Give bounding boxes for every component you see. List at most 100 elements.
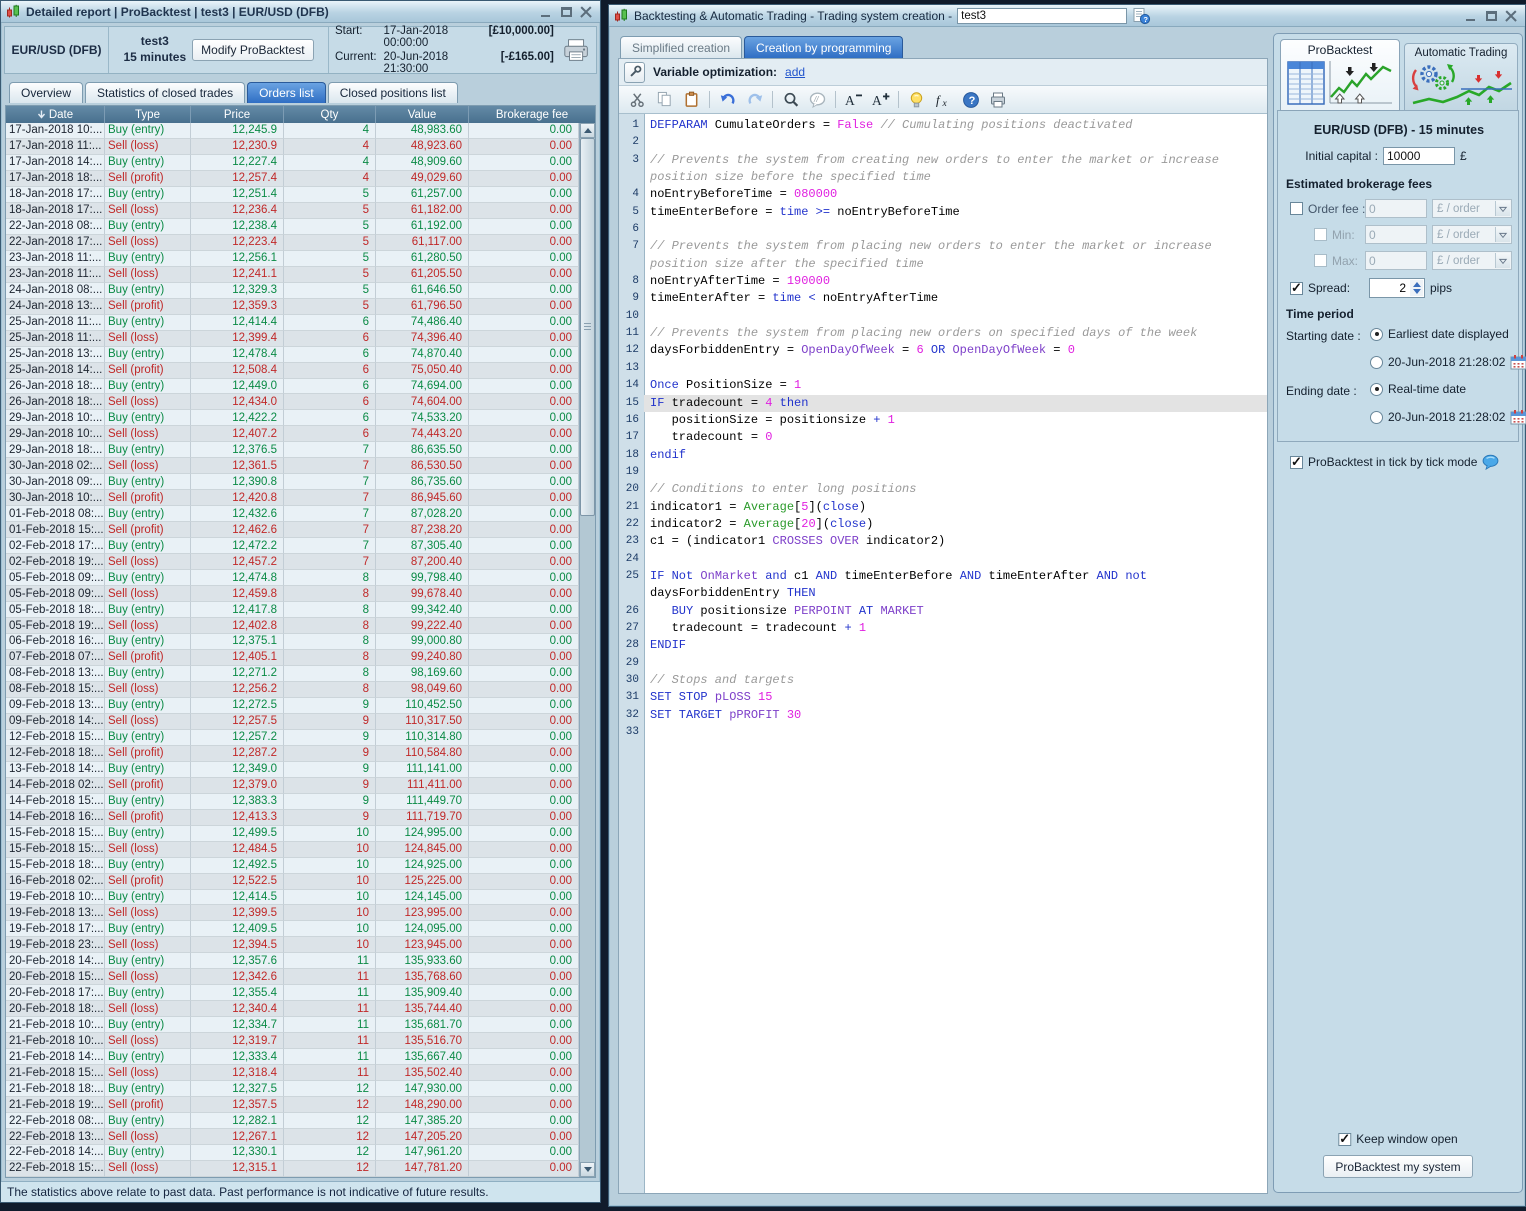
column-header-brokerage-fee[interactable]: Brokerage fee — [469, 106, 595, 123]
table-row[interactable]: 29-Jan-2018 10:...Buy (entry)12,422.2674… — [6, 410, 579, 426]
table-row[interactable]: 22-Jan-2018 08:...Buy (entry)12,238.4561… — [6, 219, 579, 235]
code-line[interactable]: 17 tradecount = 0 — [619, 429, 1267, 446]
starting-date-radio[interactable] — [1370, 356, 1383, 369]
table-row[interactable]: 12-Feb-2018 18:...Sell (profit)12,287.29… — [6, 746, 579, 762]
max-fee-input[interactable] — [1365, 251, 1427, 270]
search-icon[interactable] — [781, 90, 800, 109]
add-variable-link[interactable]: add — [785, 65, 805, 79]
table-row[interactable]: 20-Feb-2018 14:...Buy (entry)12,357.6111… — [6, 953, 579, 969]
tab-orders-list[interactable]: Orders list — [247, 82, 326, 103]
code-line[interactable]: 19 — [619, 464, 1267, 481]
table-row[interactable]: 01-Feb-2018 15:...Sell (profit)12,462.67… — [6, 522, 579, 538]
code-line[interactable]: 7// Prevents the system from placing new… — [619, 238, 1267, 255]
code-line[interactable]: 2 — [619, 134, 1267, 151]
table-row[interactable]: 21-Feb-2018 19:...Sell (profit)12,357.51… — [6, 1097, 579, 1113]
scroll-down-icon[interactable] — [580, 1162, 595, 1177]
table-row[interactable]: 26-Jan-2018 18:...Sell (loss)12,434.0674… — [6, 394, 579, 410]
ending-realtime-radio[interactable] — [1370, 383, 1383, 396]
table-row[interactable]: 30-Jan-2018 10:...Sell (profit)12,420.87… — [6, 490, 579, 506]
table-row[interactable]: 25-Jan-2018 11:...Buy (entry)12,414.4674… — [6, 315, 579, 331]
code-line[interactable]: 32SET TARGET pPROFIT 30 — [619, 707, 1267, 724]
table-row[interactable]: 08-Feb-2018 13:...Buy (entry)12,271.2898… — [6, 666, 579, 682]
code-line[interactable]: 26 BUY positionsize PERPOINT AT MARKET — [619, 603, 1267, 620]
table-row[interactable]: 25-Jan-2018 14:...Sell (profit)12,508.46… — [6, 363, 579, 379]
tick-mode-checkbox[interactable] — [1290, 456, 1303, 469]
code-line[interactable]: 28ENDIF — [619, 637, 1267, 654]
copy-icon[interactable] — [655, 90, 674, 109]
column-header-price[interactable]: Price — [191, 106, 284, 123]
table-row[interactable]: 05-Feb-2018 09:...Buy (entry)12,474.8899… — [6, 570, 579, 586]
left-titlebar[interactable]: Detailed report | ProBacktest | test3 | … — [1, 1, 600, 23]
table-row[interactable]: 21-Feb-2018 14:...Buy (entry)12,333.4111… — [6, 1049, 579, 1065]
print-icon[interactable] — [562, 37, 590, 64]
table-row[interactable]: 30-Jan-2018 09:...Buy (entry)12,390.8786… — [6, 474, 579, 490]
max-fee-checkbox[interactable] — [1314, 254, 1327, 267]
code-line[interactable]: 33 — [619, 724, 1267, 741]
code-line[interactable]: 24 — [619, 551, 1267, 568]
code-line[interactable]: 31SET STOP pLOSS 15 — [619, 689, 1267, 706]
code-line[interactable]: 1DEFPARAM CumulateOrders = False // Cumu… — [619, 117, 1267, 134]
spread-checkbox[interactable] — [1290, 282, 1303, 295]
table-row[interactable]: 20-Feb-2018 18:...Sell (loss)12,340.4111… — [6, 1001, 579, 1017]
table-row[interactable]: 23-Jan-2018 11:...Sell (loss)12,241.1561… — [6, 267, 579, 283]
table-row[interactable]: 17-Jan-2018 18:...Sell (profit)12,257.44… — [6, 171, 579, 187]
tab-statistics[interactable]: Statistics of closed trades — [85, 82, 245, 103]
code-line[interactable]: 4noEntryBeforeTime = 080000 — [619, 186, 1267, 203]
table-row[interactable]: 23-Jan-2018 11:...Buy (entry)12,256.1561… — [6, 251, 579, 267]
print-icon[interactable] — [988, 90, 1007, 109]
table-row[interactable]: 29-Jan-2018 10:...Sell (loss)12,407.2674… — [6, 426, 579, 442]
table-row[interactable]: 12-Feb-2018 15:...Buy (entry)12,257.2911… — [6, 730, 579, 746]
close-icon[interactable] — [580, 6, 593, 18]
table-row[interactable]: 19-Feb-2018 17:...Buy (entry)12,409.5101… — [6, 921, 579, 937]
table-row[interactable]: 14-Feb-2018 02:...Sell (profit)12,379.09… — [6, 778, 579, 794]
font-increase-icon[interactable]: A — [871, 90, 890, 109]
code-line[interactable]: 5timeEnterBefore = time >= noEntryBefore… — [619, 204, 1267, 221]
probacktest-my-system-button[interactable]: ProBacktest my system — [1323, 1155, 1473, 1178]
tab-probacktest[interactable]: ProBacktest — [1280, 39, 1400, 111]
scrollbar-track[interactable] — [580, 516, 595, 1162]
column-header-value[interactable]: Value — [376, 106, 469, 123]
table-row[interactable]: 14-Feb-2018 15:...Buy (entry)12,383.3911… — [6, 794, 579, 810]
calendar-icon[interactable] — [1510, 409, 1526, 425]
code-line[interactable]: 11// Prevents the system from placing ne… — [619, 325, 1267, 342]
table-row[interactable]: 15-Feb-2018 18:...Buy (entry)12,492.5101… — [6, 858, 579, 874]
redo-icon[interactable] — [745, 90, 764, 109]
table-row[interactable]: 18-Jan-2018 17:...Sell (loss)12,236.4561… — [6, 203, 579, 219]
table-row[interactable]: 02-Feb-2018 19:...Sell (loss)12,457.2787… — [6, 554, 579, 570]
starting-earliest-radio[interactable] — [1370, 328, 1383, 341]
table-row[interactable]: 09-Feb-2018 14:...Sell (loss)12,257.5911… — [6, 714, 579, 730]
table-row[interactable]: 18-Jan-2018 17:...Buy (entry)12,251.4561… — [6, 187, 579, 203]
table-row[interactable]: 09-Feb-2018 13:...Buy (entry)12,272.5911… — [6, 698, 579, 714]
column-header-type[interactable]: Type — [105, 106, 191, 123]
initial-capital-input[interactable] — [1383, 147, 1455, 165]
table-row[interactable]: 29-Jan-2018 18:...Buy (entry)12,376.5786… — [6, 442, 579, 458]
keep-window-checkbox[interactable] — [1338, 1133, 1351, 1146]
modify-probacktest-button[interactable]: Modify ProBacktest — [192, 39, 313, 61]
code-line[interactable]: 13 — [619, 360, 1267, 377]
table-row[interactable]: 05-Feb-2018 09:...Sell (loss)12,459.8899… — [6, 586, 579, 602]
table-row[interactable]: 17-Jan-2018 11:...Sell (loss)12,230.9448… — [6, 139, 579, 155]
stepper-up-icon[interactable] — [1413, 282, 1421, 287]
table-row[interactable]: 30-Jan-2018 02:...Sell (loss)12,361.5786… — [6, 458, 579, 474]
table-row[interactable]: 15-Feb-2018 15:...Sell (loss)12,484.5101… — [6, 842, 579, 858]
calendar-icon[interactable] — [1510, 354, 1526, 370]
table-row[interactable]: 19-Feb-2018 13:...Sell (loss)12,399.5101… — [6, 905, 579, 921]
cut-icon[interactable] — [628, 90, 647, 109]
code-line[interactable]: 15IF tradecount = 4 then — [619, 395, 1267, 412]
table-row[interactable]: 24-Jan-2018 13:...Sell (profit)12,359.35… — [6, 299, 579, 315]
scroll-up-icon[interactable] — [580, 123, 595, 138]
maximize-icon[interactable] — [1485, 10, 1498, 22]
table-row[interactable]: 17-Jan-2018 10:...Buy (entry)12,245.9448… — [6, 123, 579, 139]
code-line[interactable]: daysForbiddenEntry THEN — [619, 585, 1267, 602]
table-row[interactable]: 16-Feb-2018 02:...Sell (profit)12,522.51… — [6, 874, 579, 890]
order-fee-checkbox[interactable] — [1290, 202, 1303, 215]
minimize-icon[interactable] — [540, 6, 553, 18]
code-line[interactable]: 20// Conditions to enter long positions — [619, 481, 1267, 498]
minimize-icon[interactable] — [1465, 10, 1478, 22]
min-fee-checkbox[interactable] — [1314, 228, 1327, 241]
tab-creation-by-programming[interactable]: Creation by programming — [744, 36, 903, 58]
table-row[interactable]: 22-Jan-2018 17:...Sell (loss)12,223.4561… — [6, 235, 579, 251]
order-fee-input[interactable] — [1365, 199, 1427, 218]
tab-overview[interactable]: Overview — [9, 82, 83, 103]
code-line[interactable]: 12daysForbiddenEntry = OpenDayOfWeek = 6… — [619, 342, 1267, 359]
